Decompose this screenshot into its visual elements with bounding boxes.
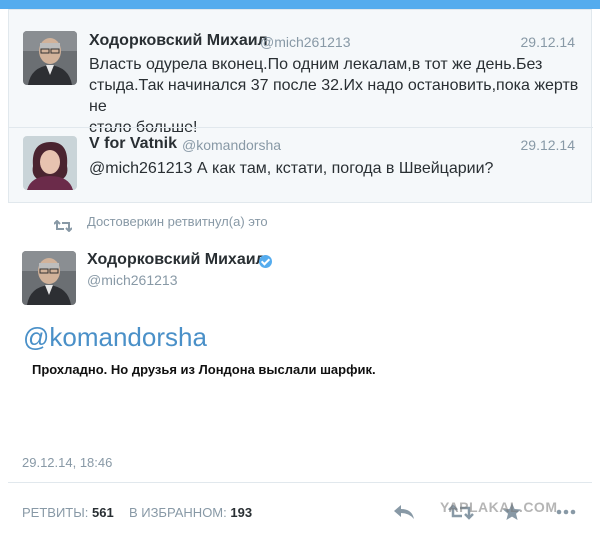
retweeted-by[interactable]: Достоверкин ретвитнул(а) это <box>87 214 268 229</box>
tweet-khodorkovsky[interactable]: Ходорковский Михаил @mich261213 29.12.14… <box>9 10 593 136</box>
conversation-thread: Ходорковский Михаил @mich261213 29.12.14… <box>8 9 593 204</box>
tweet-text-line: Власть одурела вконец.По одним лекалам,в… <box>89 56 543 73</box>
tweet-text: Прохладно. Но друзья из Лондона выслали … <box>32 362 376 377</box>
author-handle[interactable]: @mich261213 <box>87 272 178 288</box>
divider <box>8 482 592 483</box>
tweet-date[interactable]: 29.12.14 <box>521 34 576 50</box>
tweet-timestamp[interactable]: 29.12.14, 18:46 <box>22 455 112 470</box>
retweet-icon <box>54 220 72 232</box>
more-icon[interactable] <box>556 509 576 515</box>
focused-tweet: Достоверкин ретвитнул(а) это Ходорковски… <box>8 203 592 537</box>
author-handle[interactable]: @komandorsha <box>182 137 281 153</box>
avatar[interactable] <box>23 31 77 85</box>
author-handle[interactable]: @mich261213 <box>260 34 351 50</box>
author-name[interactable]: Ходорковский Михаил <box>89 32 268 50</box>
favorites-count[interactable]: 193 <box>230 505 252 520</box>
tweet-text: Власть одурела вконец.По одним лекалам,в… <box>89 54 579 138</box>
verified-badge-icon <box>259 255 272 268</box>
mention-link[interactable]: @komandorsha <box>23 322 207 353</box>
watermark: YAPLAKAL.COM <box>440 499 558 515</box>
retweets-label: РЕТВИТЫ: <box>22 505 89 520</box>
favorites-label: В ИЗБРАННОМ: <box>128 505 227 520</box>
tweet-text: @mich261213 А как там, кстати, погода в … <box>89 160 494 177</box>
tweet-stats: РЕТВИТЫ: 561 В ИЗБРАННОМ: 193 <box>22 505 252 520</box>
tweet-vatnik[interactable]: V for Vatnik @komandorsha 29.12.14 @mich… <box>9 127 593 204</box>
avatar[interactable] <box>23 136 77 190</box>
reply-icon[interactable] <box>392 503 416 521</box>
author-name[interactable]: V for Vatnik <box>89 135 177 153</box>
retweets-count[interactable]: 561 <box>92 505 114 520</box>
avatar[interactable] <box>22 251 76 305</box>
tweet-date[interactable]: 29.12.14 <box>521 137 576 153</box>
tweet-text-line: стыда.Так начинался 37 после 32.Их надо … <box>89 77 579 115</box>
top-bar <box>0 0 600 9</box>
author-name[interactable]: Ходорковский Михаил <box>87 251 266 269</box>
